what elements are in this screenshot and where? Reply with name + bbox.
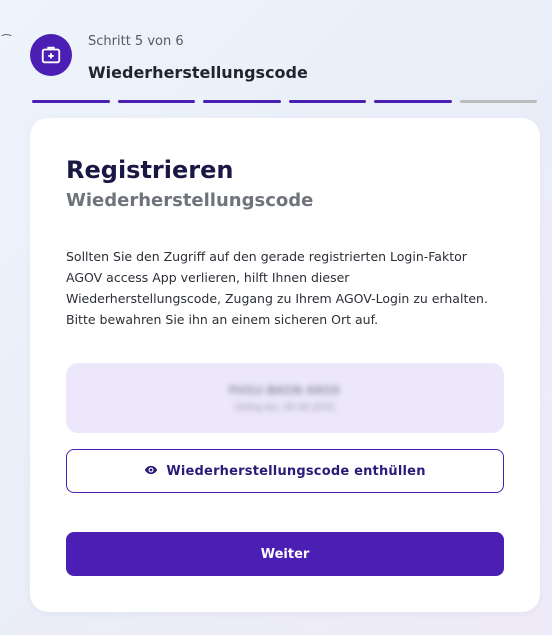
recovery-code-value: PHSU-BKON-KKOX bbox=[229, 383, 341, 397]
progress-step-4 bbox=[288, 100, 366, 103]
progress-step-3 bbox=[203, 100, 281, 103]
reveal-code-label: Wiederherstellungscode enthüllen bbox=[166, 463, 426, 479]
progress-step-1 bbox=[32, 100, 110, 103]
step-meta: Schritt 5 von 6 Wiederherstellungscode bbox=[88, 34, 308, 82]
recovery-code-box: PHSU-BKON-KKOX Gültig bis: 00.00.2031 bbox=[66, 363, 504, 433]
mouse-cursor-icon: ⁀ bbox=[2, 34, 11, 47]
recovery-code-validity: Gültig bis: 00.00.2031 bbox=[234, 402, 336, 413]
reveal-code-button[interactable]: Wiederherstellungscode enthüllen bbox=[66, 449, 504, 493]
progress-bar bbox=[32, 100, 537, 103]
registration-card: Registrieren Wiederherstellungscode Soll… bbox=[30, 118, 540, 612]
progress-step-2 bbox=[117, 100, 195, 103]
progress-step-6 bbox=[459, 100, 537, 103]
eye-icon bbox=[144, 462, 158, 481]
first-aid-kit-icon bbox=[30, 34, 72, 76]
instruction-text: Sollten Sie den Zugriff auf den gerade r… bbox=[66, 249, 488, 327]
page-title: Registrieren bbox=[66, 156, 234, 184]
page-subtitle: Wiederherstellungscode bbox=[66, 190, 314, 211]
progress-step-5 bbox=[374, 100, 452, 103]
step-title: Wiederherstellungscode bbox=[88, 63, 308, 82]
next-button[interactable]: Weiter bbox=[66, 532, 504, 576]
step-count: Schritt 5 von 6 bbox=[88, 34, 184, 49]
next-label: Weiter bbox=[260, 546, 310, 562]
step-header: Schritt 5 von 6 Wiederherstellungscode bbox=[30, 22, 540, 112]
